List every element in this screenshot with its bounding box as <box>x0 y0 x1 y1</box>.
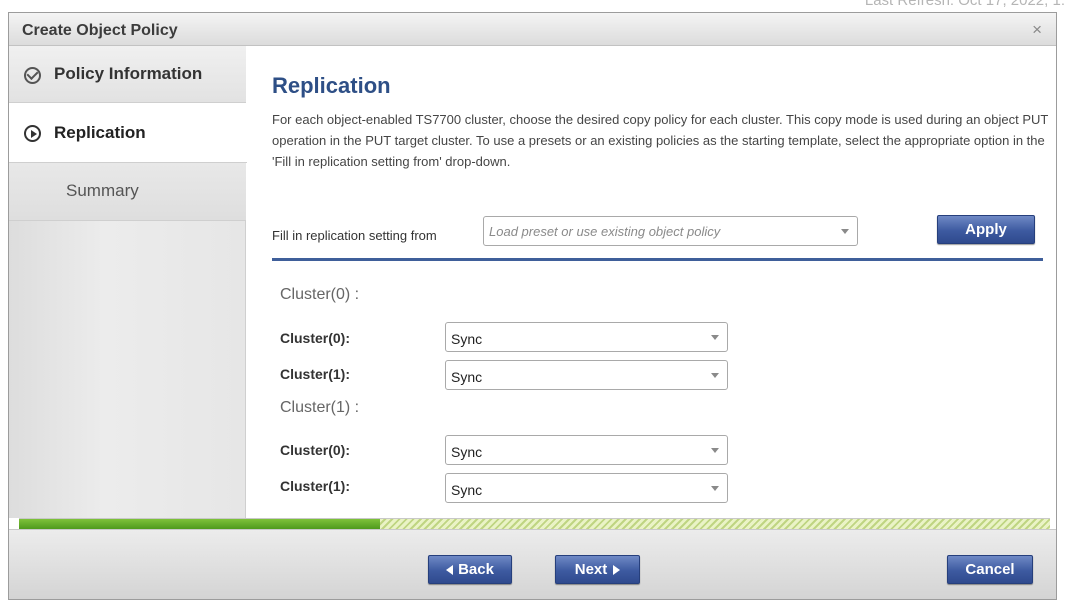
next-button[interactable]: Next <box>555 555 640 584</box>
dialog-titlebar: Create Object Policy × <box>9 13 1056 46</box>
cluster-1-row-1-label: Cluster(1): <box>280 478 351 494</box>
arrow-circle-icon <box>24 125 41 142</box>
cluster-1-header: Cluster(1) : <box>280 399 360 416</box>
close-icon[interactable]: × <box>1032 20 1042 40</box>
cluster-0-row-1-label: Cluster(1): <box>280 366 351 382</box>
replication-panel: Replication For each object-enabled TS77… <box>246 46 1056 518</box>
step-label: Policy Information <box>54 64 203 83</box>
cluster-0-row-0-copy-mode-dropdown[interactable]: Sync <box>445 322 728 352</box>
chevron-down-icon <box>841 229 849 234</box>
step-summary[interactable]: Summary <box>9 163 246 221</box>
cluster-0-row-0-label: Cluster(0): <box>280 330 351 346</box>
cluster-1-row-0-label: Cluster(0): <box>280 442 351 458</box>
wizard-steps-sidebar: Policy Information Replication Summary <box>9 46 247 518</box>
cluster-1-row-0-copy-mode-dropdown[interactable]: Sync <box>445 435 728 465</box>
fill-setting-label: Fill in replication setting from <box>272 228 437 243</box>
cluster-0-row-1-copy-mode-dropdown[interactable]: Sync <box>445 360 728 390</box>
chevron-down-icon <box>711 486 719 491</box>
check-circle-icon <box>24 67 41 84</box>
apply-button[interactable]: Apply <box>937 215 1035 244</box>
arrow-right-icon <box>613 564 621 575</box>
arrow-left-icon <box>446 564 454 575</box>
section-divider <box>272 258 1043 261</box>
next-label: Next <box>574 561 608 578</box>
fill-setting-dropdown[interactable]: Load preset or use existing object polic… <box>483 216 858 246</box>
last-refresh-text: Last Refresh: Oct 17, 2022, 1: <box>864 0 1065 9</box>
fill-setting-placeholder: Load preset or use existing object polic… <box>489 224 721 239</box>
page-description: For each object-enabled TS7700 cluster, … <box>272 112 1049 169</box>
copy-mode-value: Sync <box>451 482 483 498</box>
cluster-1-row-1-copy-mode-dropdown[interactable]: Sync <box>445 473 728 503</box>
cluster-0-header: Cluster(0) : <box>280 286 360 303</box>
back-button[interactable]: Back <box>428 555 512 584</box>
chevron-down-icon <box>711 335 719 340</box>
copy-mode-value: Sync <box>451 444 483 460</box>
page-title: Replication <box>272 73 391 98</box>
cancel-button[interactable]: Cancel <box>947 555 1033 584</box>
dialog-footer: Back Next Cancel <box>9 529 1056 599</box>
dialog-title: Create Object Policy <box>22 22 178 39</box>
chevron-down-icon <box>711 373 719 378</box>
copy-mode-value: Sync <box>451 369 483 385</box>
wizard-progress-bar <box>19 518 1050 529</box>
step-label: Summary <box>66 181 139 200</box>
copy-mode-value: Sync <box>451 331 483 347</box>
back-label: Back <box>458 561 494 578</box>
step-label: Replication <box>54 123 146 142</box>
step-policy-information[interactable]: Policy Information <box>9 46 246 103</box>
create-object-policy-dialog: Create Object Policy × Policy Informatio… <box>8 12 1057 600</box>
progress-fill <box>19 519 380 529</box>
step-replication[interactable]: Replication <box>9 103 247 163</box>
chevron-down-icon <box>711 448 719 453</box>
